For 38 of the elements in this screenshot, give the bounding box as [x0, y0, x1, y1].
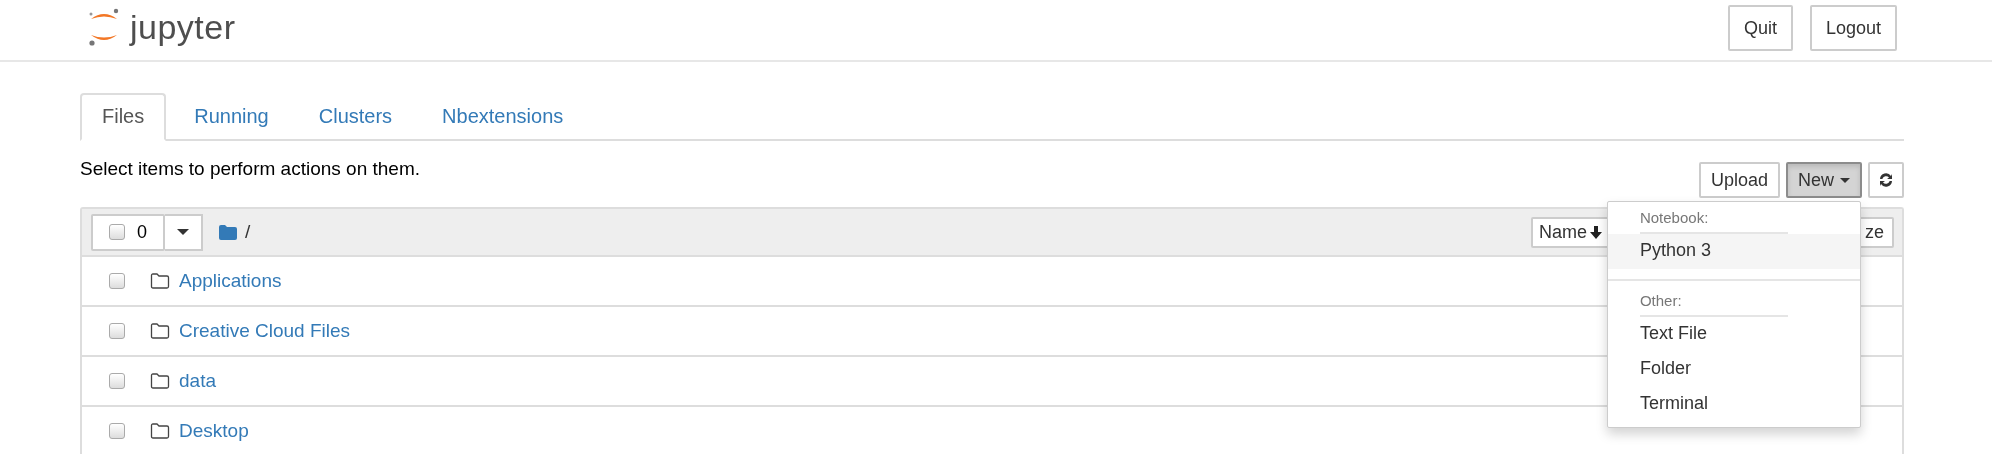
- refresh-button[interactable]: [1868, 162, 1904, 198]
- tab[interactable]: Running: [172, 93, 291, 141]
- header-button[interactable]: Quit: [1727, 5, 1793, 51]
- file-link[interactable]: Applications: [179, 270, 282, 292]
- checkbox[interactable]: [109, 423, 125, 439]
- menu-item[interactable]: Terminal: [1607, 387, 1860, 422]
- tab[interactable]: Files: [80, 93, 167, 141]
- upload-button[interactable]: Upload: [1698, 162, 1780, 198]
- folder-icon: [150, 373, 170, 389]
- folder-icon: [150, 323, 170, 339]
- checkbox[interactable]: [109, 224, 125, 240]
- selection-dropdown-button[interactable]: [165, 213, 203, 251]
- tab[interactable]: Clusters: [296, 93, 415, 141]
- instruction-text: Select items to perform actions on them.: [80, 158, 421, 180]
- refresh-icon: [1878, 172, 1894, 188]
- sort-by-name-button[interactable]: Name: [1531, 216, 1610, 248]
- down-arrow-icon: [1590, 225, 1602, 239]
- tab[interactable]: Nbextensions: [420, 93, 586, 141]
- folder-icon: [219, 224, 237, 240]
- select-all-control[interactable]: 0: [91, 213, 165, 251]
- menu-item[interactable]: Python 3: [1607, 234, 1860, 269]
- header-button[interactable]: Logout: [1809, 5, 1897, 51]
- menu-item[interactable]: Folder: [1607, 352, 1860, 387]
- logo-wordmark: jupyter: [130, 7, 236, 47]
- checkbox[interactable]: [109, 273, 125, 289]
- caret-icon: [177, 229, 189, 235]
- menu-section-header: Other:: [1607, 287, 1860, 317]
- menu-section-header: Notebook:: [1607, 204, 1860, 234]
- new-button[interactable]: New: [1786, 162, 1862, 198]
- file-link[interactable]: Creative Cloud Files: [179, 320, 351, 342]
- checkbox[interactable]: [109, 323, 125, 339]
- checkbox[interactable]: [109, 373, 125, 389]
- file-link[interactable]: Desktop: [179, 420, 249, 442]
- menu-item[interactable]: Text File: [1607, 317, 1860, 352]
- folder-icon: [150, 273, 170, 289]
- file-link[interactable]: data: [179, 370, 216, 392]
- breadcrumb-path[interactable]: /: [245, 221, 251, 243]
- folder-icon: [150, 423, 170, 439]
